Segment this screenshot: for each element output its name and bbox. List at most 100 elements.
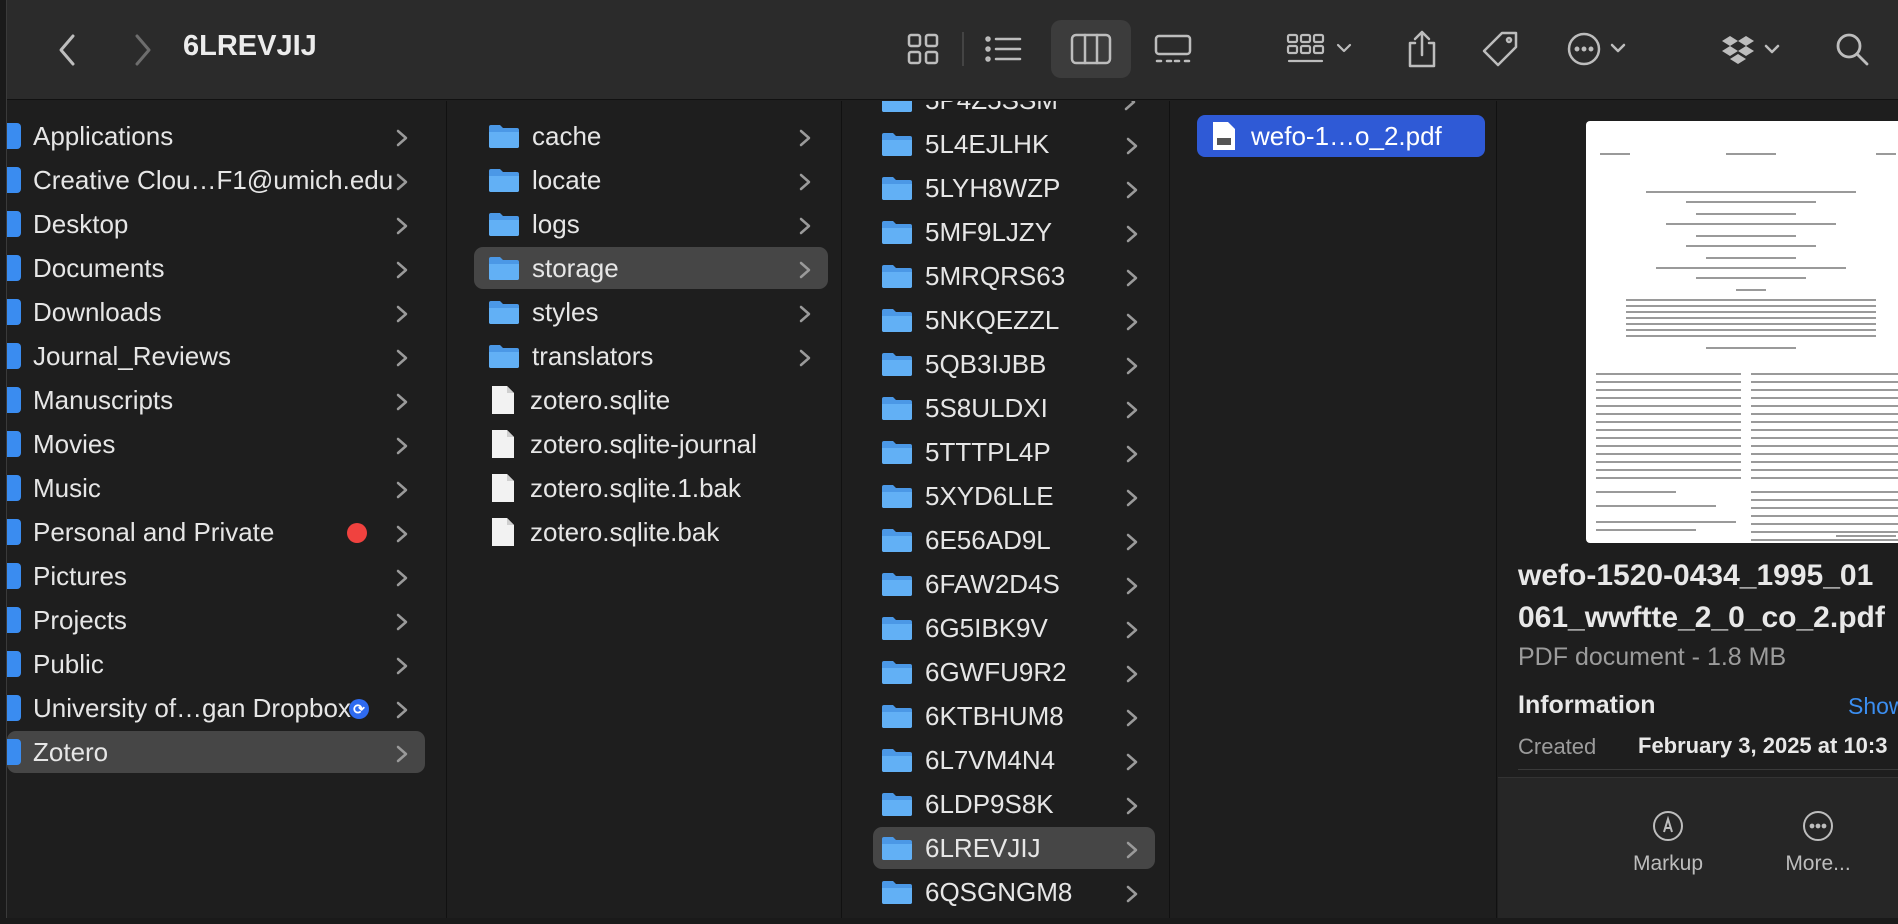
folder-item[interactable]: 6QSGNGM8 xyxy=(873,871,1155,913)
chevron-right-icon xyxy=(1123,573,1141,595)
folder-icon xyxy=(881,703,913,729)
sidebar-item[interactable]: Zotero xyxy=(7,731,425,773)
sidebar-item[interactable]: Public xyxy=(7,643,425,685)
folder-item[interactable]: 6L7VM4N4 xyxy=(873,739,1155,781)
gallery-view-button[interactable] xyxy=(1143,24,1203,74)
folder-item[interactable]: 6GWFU9R2 xyxy=(873,651,1155,693)
folder-item[interactable]: locate xyxy=(474,159,828,201)
pdf-file-item[interactable]: wefo-1…o_2.pdf xyxy=(1197,115,1485,157)
sidebar-item-label: Music xyxy=(33,472,101,503)
sidebar-item[interactable]: Music xyxy=(7,467,425,509)
folder-item[interactable]: 6FAW2D4S xyxy=(873,563,1155,605)
more-button[interactable]: More... xyxy=(1758,810,1878,876)
sidebar-item[interactable]: Downloads xyxy=(7,291,425,333)
thumbnail-text-line xyxy=(1666,223,1836,225)
list-view-button[interactable] xyxy=(973,24,1033,74)
markup-button[interactable]: Markup xyxy=(1608,810,1728,876)
folder-icon xyxy=(881,835,913,861)
sidebar-item[interactable]: Documents xyxy=(7,247,425,289)
folder-item[interactable]: 6E56AD9L xyxy=(873,519,1155,561)
show-more-link[interactable]: Show xyxy=(1848,693,1898,720)
folder-item[interactable]: cache xyxy=(474,115,828,157)
tag-button[interactable] xyxy=(1475,22,1525,76)
chevron-right-icon xyxy=(393,653,411,675)
item-label: 6E56AD9L xyxy=(925,524,1051,555)
folder-item[interactable]: 5L4EJLHK xyxy=(873,123,1155,165)
thumbnail-text-line xyxy=(1600,153,1630,155)
thumbnail-text-line xyxy=(1596,461,1741,463)
sidebar-item[interactable]: Desktop xyxy=(7,203,425,245)
sidebar-item-label: Applications xyxy=(33,120,174,151)
folder-item[interactable]: 5QB3IJBB xyxy=(873,343,1155,385)
item-label: 6LDP9S8K xyxy=(925,788,1054,819)
forward-icon xyxy=(135,34,151,66)
icon-view-button[interactable] xyxy=(893,24,953,74)
gallery-view-icon xyxy=(1154,34,1192,63)
action-button[interactable] xyxy=(1557,24,1637,74)
folder-item[interactable]: 6LREVJIJ xyxy=(873,827,1155,869)
column-selected-folder: wefo-1…o_2.pdf xyxy=(1171,101,1497,918)
folder-item[interactable]: logs xyxy=(474,203,828,245)
folder-item[interactable]: 5XYD6LLE xyxy=(873,475,1155,517)
folder-icon xyxy=(881,351,913,377)
file-item[interactable]: zotero.sqlite.1.bak xyxy=(474,467,828,509)
sidebar-item[interactable]: Pictures xyxy=(7,555,425,597)
column-view-button[interactable] xyxy=(1051,20,1131,78)
location-icon xyxy=(7,255,21,281)
folder-item[interactable]: 5S8ULDXI xyxy=(873,387,1155,429)
thumbnail-text-line xyxy=(1876,153,1896,155)
folder-item[interactable]: storage xyxy=(474,247,828,289)
sidebar-item[interactable]: University of…gan Dropbox ⟳ xyxy=(7,687,425,729)
markup-icon xyxy=(1653,811,1683,841)
chevron-right-icon xyxy=(393,433,411,455)
folder-item[interactable]: 6LDP9S8K xyxy=(873,783,1155,825)
folder-icon xyxy=(881,483,913,509)
folder-icon xyxy=(881,101,913,113)
sidebar-item[interactable]: Movies xyxy=(7,423,425,465)
chevron-right-icon xyxy=(393,477,411,499)
pdf-thumbnail xyxy=(1586,121,1898,543)
folder-item[interactable]: 5MRQRS63 xyxy=(873,255,1155,297)
chevron-right-icon xyxy=(1123,793,1141,815)
folder-item[interactable]: 6G5IBK9V xyxy=(873,607,1155,649)
share-button[interactable] xyxy=(1397,22,1447,76)
folder-item[interactable]: styles xyxy=(474,291,828,333)
file-item[interactable]: zotero.sqlite xyxy=(474,379,828,421)
search-button[interactable] xyxy=(1827,24,1877,74)
sidebar-item[interactable]: Creative Clou…F1@umich.edu xyxy=(7,159,425,201)
folder-icon xyxy=(488,299,520,325)
folder-item[interactable]: 5NKQEZZL xyxy=(873,299,1155,341)
item-label: 5S8ULDXI xyxy=(925,392,1048,423)
back-button[interactable] xyxy=(47,30,87,70)
location-icon xyxy=(7,563,21,589)
folder-icon xyxy=(488,211,520,237)
sidebar-item[interactable]: Journal_Reviews xyxy=(7,335,425,377)
forward-button[interactable] xyxy=(123,30,163,70)
sidebar-item-label: Pictures xyxy=(33,560,127,591)
dropbox-button[interactable] xyxy=(1717,24,1787,74)
folder-item[interactable]: 5LYH8WZP xyxy=(873,167,1155,209)
item-label: locate xyxy=(532,164,602,195)
dropbox-icon xyxy=(1722,36,1780,64)
sidebar-item[interactable]: Applications xyxy=(7,115,425,157)
sidebar-item[interactable]: Projects xyxy=(7,599,425,641)
chevron-right-icon xyxy=(1123,749,1141,771)
sidebar-item[interactable]: Personal and Private xyxy=(7,511,425,553)
folder-item[interactable]: 5P4Z5SSM xyxy=(873,101,1153,121)
folder-item[interactable]: 5MF9LJZY xyxy=(873,211,1155,253)
folder-item[interactable]: translators xyxy=(474,335,828,377)
thumbnail-text-line xyxy=(1626,311,1876,313)
chevron-right-icon xyxy=(393,213,411,235)
tag-color-dot xyxy=(347,523,367,543)
thumbnail-text-line xyxy=(1686,201,1816,203)
folder-item[interactable]: 5TTTPL4P xyxy=(873,431,1155,473)
item-label: 5XYD6LLE xyxy=(925,480,1054,511)
sidebar-item[interactable]: Manuscripts xyxy=(7,379,425,421)
folder-item[interactable]: 6KTBHUM8 xyxy=(873,695,1155,737)
file-item[interactable]: zotero.sqlite.bak xyxy=(474,511,828,553)
item-label: 5MRQRS63 xyxy=(925,260,1066,291)
folder-icon xyxy=(881,263,913,289)
file-item[interactable]: zotero.sqlite-journal xyxy=(474,423,828,465)
folder-icon xyxy=(881,659,913,685)
group-button[interactable] xyxy=(1279,24,1359,74)
